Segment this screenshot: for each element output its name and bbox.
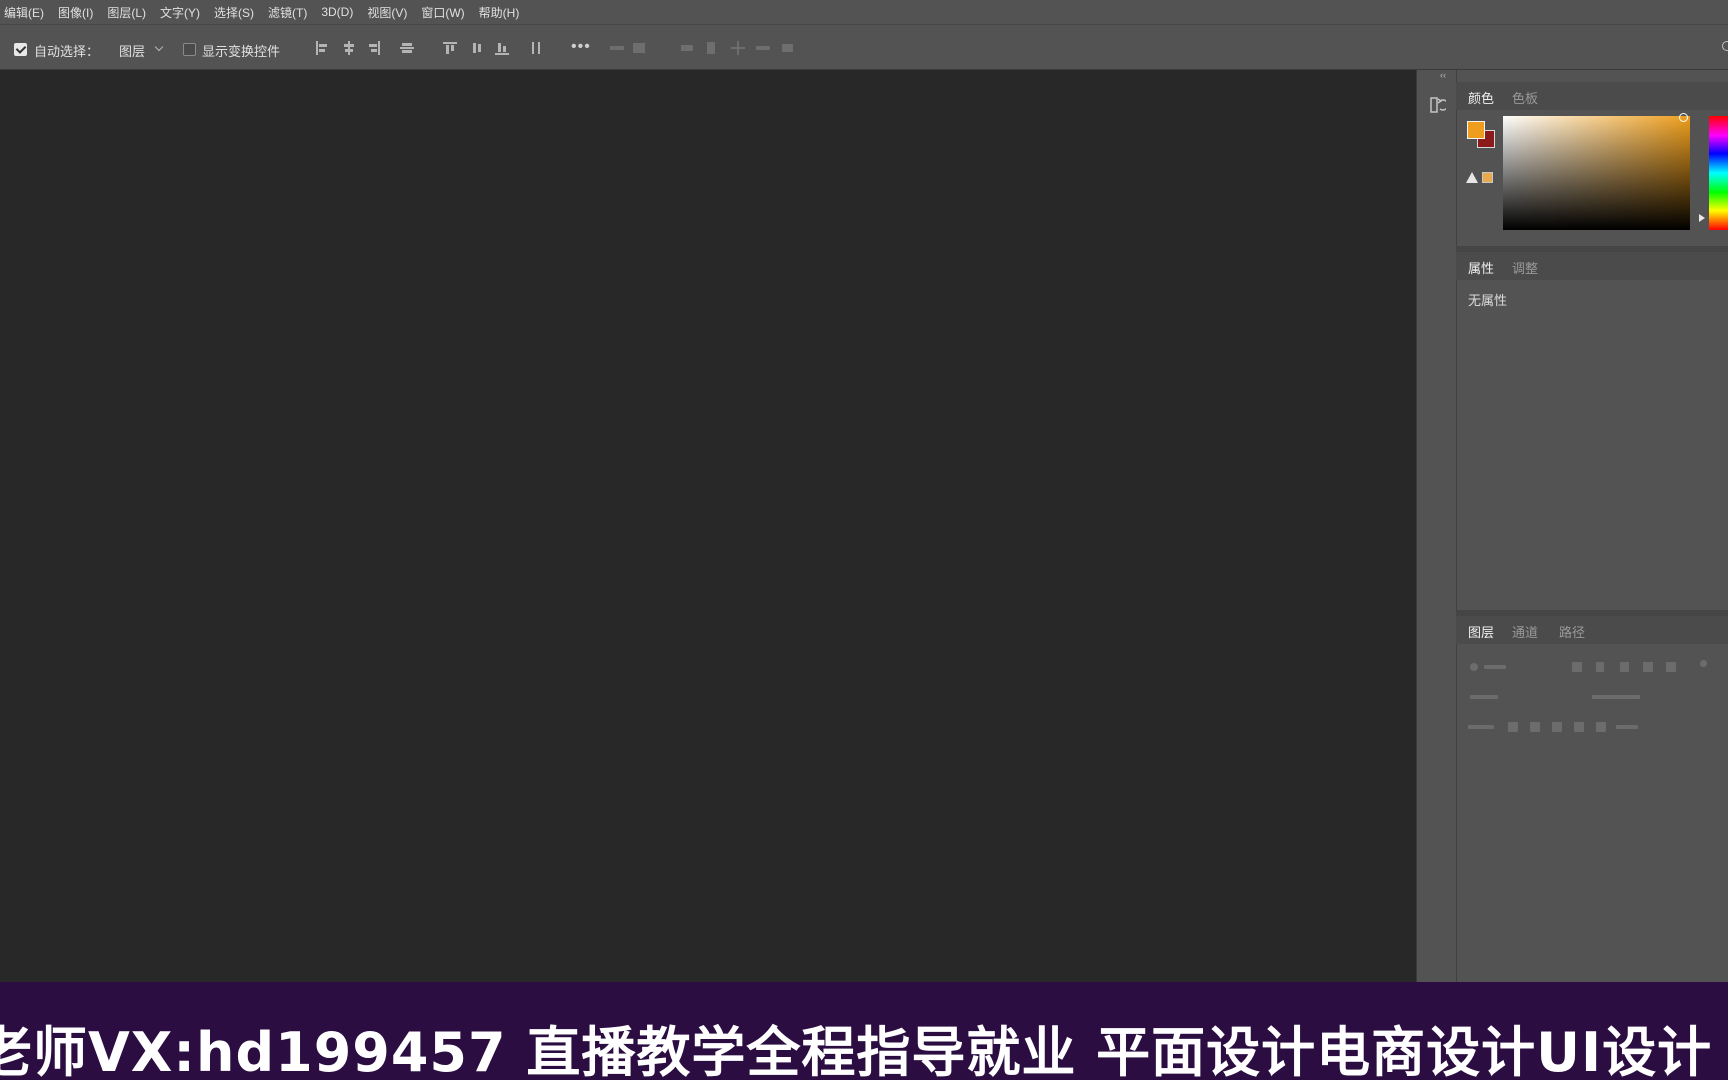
tab-adjustments[interactable]: 调整 bbox=[1512, 258, 1538, 277]
show-transform-label: 显示变换控件 bbox=[202, 44, 281, 59]
collapse-panels-icon[interactable]: ‹‹ bbox=[1440, 70, 1446, 80]
layers-panel-tabbar bbox=[1456, 616, 1728, 644]
hue-slider[interactable] bbox=[1709, 116, 1728, 230]
auto-select-target-dropdown[interactable]: 图层 bbox=[119, 41, 145, 60]
tab-swatches[interactable]: 色板 bbox=[1512, 88, 1538, 107]
menu-3d[interactable]: 3D(D) bbox=[321, 5, 353, 19]
history-panel-icon[interactable] bbox=[1430, 96, 1446, 114]
gamut-warning-icon[interactable] bbox=[1466, 172, 1478, 183]
color-panel-tabbar bbox=[1456, 82, 1728, 110]
tab-layers[interactable]: 图层 bbox=[1468, 622, 1494, 641]
3d-scale-icon bbox=[780, 41, 794, 55]
caption-text: 老师VX:hd199457 直播教学全程指导就业 平面设计电商设计UI设计 bbox=[0, 1021, 1713, 1080]
3d-slide-icon bbox=[756, 41, 770, 55]
tab-properties[interactable]: 属性 bbox=[1468, 258, 1494, 277]
menu-type[interactable]: 文字(Y) bbox=[160, 4, 200, 21]
menu-image[interactable]: 图像(I) bbox=[58, 4, 93, 21]
foreground-color-swatch[interactable] bbox=[1467, 121, 1485, 139]
menu-layer[interactable]: 图层(L) bbox=[107, 4, 146, 21]
auto-select-checkbox[interactable] bbox=[14, 43, 27, 56]
canvas-workspace[interactable] bbox=[0, 70, 1416, 982]
align-vertical-centers-icon[interactable] bbox=[400, 41, 414, 55]
align-left-edges-icon[interactable] bbox=[315, 41, 329, 55]
menu-window[interactable]: 窗口(W) bbox=[421, 4, 464, 21]
hue-slider-handle[interactable] bbox=[1699, 214, 1705, 222]
gamut-color-swatch[interactable] bbox=[1482, 172, 1493, 183]
color-picker-cursor[interactable] bbox=[1679, 113, 1688, 122]
menu-help[interactable]: 帮助(H) bbox=[479, 4, 520, 21]
layer-blend-row bbox=[1468, 690, 1718, 704]
menu-filter[interactable]: 滤镜(T) bbox=[268, 4, 307, 21]
3d-mode-icon bbox=[610, 41, 624, 55]
menu-select[interactable]: 选择(S) bbox=[214, 4, 254, 21]
layer-filter-row bbox=[1468, 660, 1718, 674]
3d-roll-icon bbox=[704, 41, 718, 55]
menu-bar: 编辑(E) 图像(I) 图层(L) 文字(Y) 选择(S) 滤镜(T) 3D(D… bbox=[0, 0, 1728, 24]
align-horizontal-centers-icon[interactable] bbox=[342, 41, 356, 55]
tab-channels[interactable]: 通道 bbox=[1512, 622, 1538, 641]
tab-color[interactable]: 颜色 bbox=[1468, 88, 1494, 107]
layer-lock-row bbox=[1468, 720, 1718, 734]
auto-select-label: 自动选择： bbox=[34, 44, 100, 59]
menu-edit[interactable]: 编辑(E) bbox=[4, 4, 44, 21]
properties-panel-tabbar bbox=[1456, 252, 1728, 280]
menu-view[interactable]: 视图(V) bbox=[367, 4, 407, 21]
distribute-horizontal-icon[interactable] bbox=[529, 41, 543, 55]
search-icon[interactable] bbox=[1722, 41, 1728, 51]
3d-pan-icon bbox=[731, 41, 745, 55]
no-properties-text: 无属性 bbox=[1468, 293, 1508, 308]
align-bottom-edges-icon[interactable] bbox=[495, 41, 509, 55]
show-transform-checkbox[interactable] bbox=[183, 43, 196, 56]
collapsed-panel-strip bbox=[1416, 70, 1456, 982]
more-options-button[interactable]: ••• bbox=[571, 39, 591, 55]
3d-orbit-icon bbox=[680, 41, 694, 55]
align-right-edges-icon[interactable] bbox=[367, 41, 381, 55]
distribute-vertical-icon[interactable] bbox=[470, 41, 484, 55]
photoshop-window: 编辑(E) 图像(I) 图层(L) 文字(Y) 选择(S) 滤镜(T) 3D(D… bbox=[0, 0, 1728, 1080]
3d-mode-icon bbox=[632, 41, 646, 55]
caption-banner: 老师VX:hd199457 直播教学全程指导就业 平面设计电商设计UI设计 bbox=[0, 982, 1728, 1080]
align-top-edges-icon[interactable] bbox=[443, 41, 457, 55]
color-picker-field[interactable] bbox=[1503, 116, 1690, 230]
tab-paths[interactable]: 路径 bbox=[1559, 622, 1585, 641]
